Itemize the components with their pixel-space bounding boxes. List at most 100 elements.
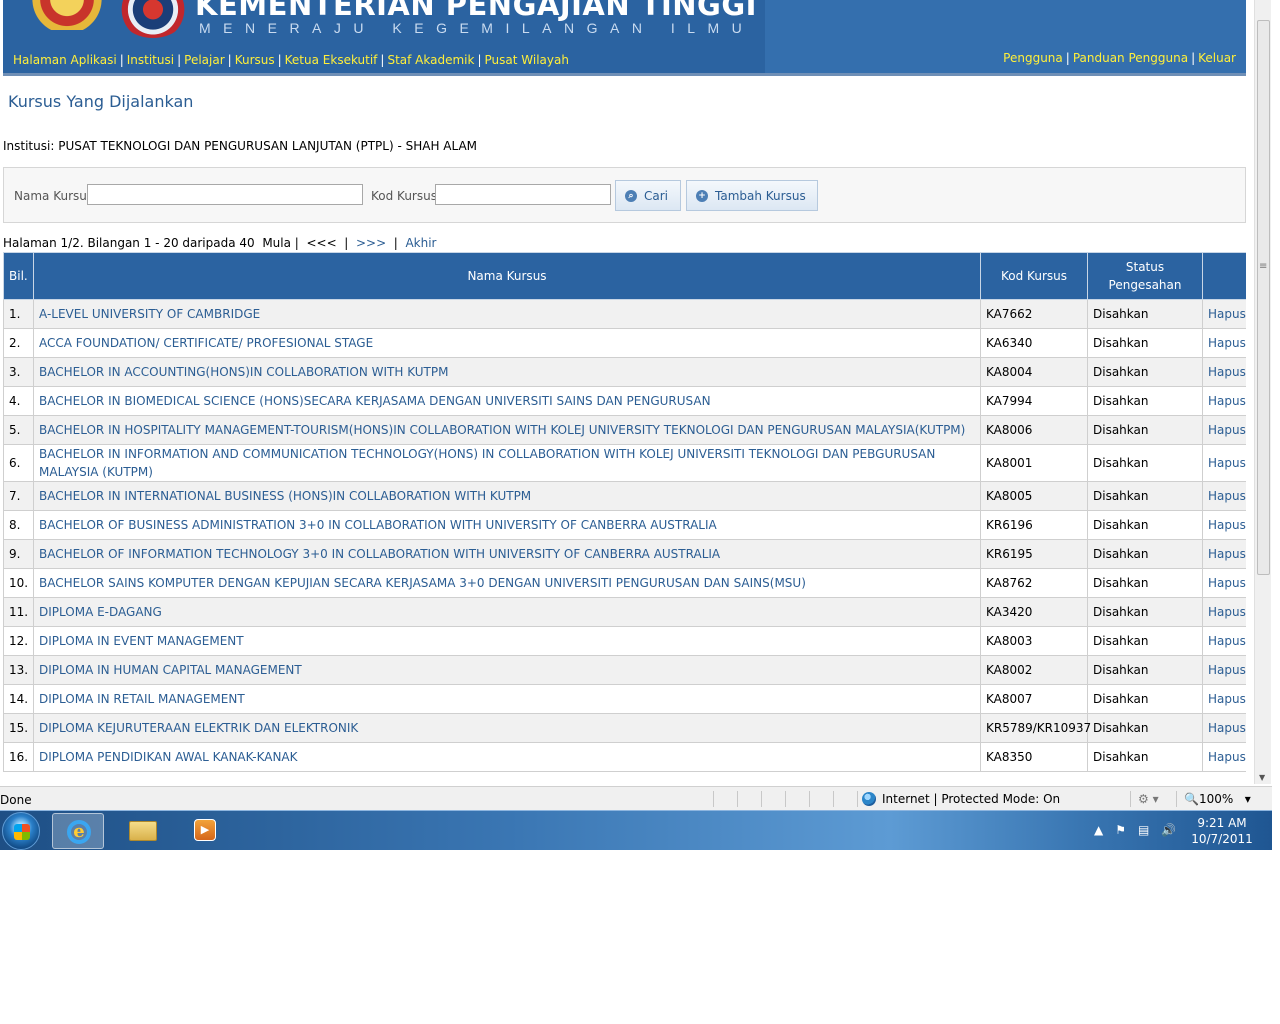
- nav-keluar[interactable]: Keluar: [1198, 51, 1236, 65]
- delete-link[interactable]: Hapus: [1208, 750, 1246, 764]
- scrollbar-thumb[interactable]: [1257, 20, 1270, 575]
- nav-separator: |: [1191, 51, 1196, 65]
- course-code: KR6195: [986, 547, 1033, 561]
- volume-icon[interactable]: 🔊: [1161, 823, 1176, 837]
- course-name-link[interactable]: BACHELOR OF INFORMATION TECHNOLOGY 3+0 I…: [39, 547, 720, 561]
- delete-link[interactable]: Hapus: [1208, 423, 1246, 437]
- delete-link[interactable]: Hapus: [1208, 394, 1246, 408]
- course-name-link[interactable]: BACHELOR IN INFORMATION AND COMMUNICATIO…: [39, 447, 935, 479]
- course-name-link[interactable]: DIPLOMA KEJURUTERAAN ELEKTRIK DAN ELEKTR…: [39, 721, 358, 735]
- scrollbar-grip-icon: ≡: [1259, 261, 1268, 272]
- delete-link[interactable]: Hapus: [1208, 456, 1246, 470]
- nav-separator: |: [277, 53, 282, 67]
- course-name-link[interactable]: DIPLOMA E-DAGANG: [39, 605, 162, 619]
- vertical-scrollbar[interactable]: ≡ ▼: [1254, 0, 1271, 784]
- status-divider: [1176, 791, 1177, 807]
- course-name-link[interactable]: BACHELOR IN INTERNATIONAL BUSINESS (HONS…: [39, 489, 531, 503]
- course-name-input[interactable]: [87, 184, 363, 205]
- course-name-link[interactable]: BACHELOR SAINS KOMPUTER DENGAN KEPUJIAN …: [39, 576, 806, 590]
- table-cell: KA8005: [980, 481, 1088, 511]
- delete-link[interactable]: Hapus: [1208, 692, 1246, 706]
- nav-staf-akademik[interactable]: Staf Akademik: [387, 53, 474, 67]
- action-center-flag-icon[interactable]: ⚑: [1115, 823, 1126, 837]
- nav-halaman-aplikasi[interactable]: Halaman Aplikasi: [13, 53, 117, 67]
- table-cell: Hapus: [1202, 539, 1246, 569]
- table-cell: KA6340: [980, 328, 1088, 358]
- taskbar-clock[interactable]: 9:21 AM 10/7/2011: [1190, 815, 1254, 847]
- delete-link[interactable]: Hapus: [1208, 605, 1246, 619]
- taskbar-windows-explorer[interactable]: [116, 813, 168, 849]
- table-cell: BACHELOR IN HOSPITALITY MANAGEMENT-TOURI…: [33, 415, 981, 445]
- column-header-action: [1202, 252, 1246, 300]
- table-cell: 9.: [3, 539, 34, 569]
- nav-ketua-eksekutif[interactable]: Ketua Eksekutif: [285, 53, 378, 67]
- table-row: 7. BACHELOR IN INTERNATIONAL BUSINESS (HO…: [3, 481, 1246, 511]
- pagination-prev: <<<: [306, 236, 337, 250]
- course-code-input[interactable]: [435, 184, 611, 205]
- table-row: 13. DIPLOMA IN HUMAN CAPITAL MANAGEMENT KA…: [3, 655, 1246, 685]
- zoom-control[interactable]: 🔍100% ▾: [1184, 792, 1251, 806]
- clock-date: 10/7/2011: [1191, 832, 1253, 846]
- taskbar-internet-explorer[interactable]: e: [52, 813, 104, 849]
- table-cell: Hapus: [1202, 481, 1246, 511]
- course-name-link[interactable]: ACCA FOUNDATION/ CERTIFICATE/ PROFESIONA…: [39, 336, 373, 350]
- table-cell: KA7994: [980, 386, 1088, 416]
- delete-link[interactable]: Hapus: [1208, 518, 1246, 532]
- show-hidden-icons-icon[interactable]: ▲: [1094, 823, 1103, 837]
- network-icon[interactable]: ▤: [1138, 823, 1149, 837]
- course-name-link[interactable]: BACHELOR IN BIOMEDICAL SCIENCE (HONS)SEC…: [39, 394, 711, 408]
- delete-link[interactable]: Hapus: [1208, 547, 1246, 561]
- row-number: 11.: [9, 605, 29, 619]
- table-cell: BACHELOR OF INFORMATION TECHNOLOGY 3+0 I…: [33, 539, 981, 569]
- start-button[interactable]: [2, 812, 40, 850]
- table-cell: Disahkan: [1087, 742, 1203, 772]
- add-course-button[interactable]: + Tambah Kursus: [686, 180, 818, 211]
- nav-separator: |: [119, 53, 124, 67]
- nav-pengguna[interactable]: Pengguna: [1003, 51, 1063, 65]
- search-panel: Nama Kursus Kod Kursus ⌕ Cari + Tambah K…: [3, 167, 1246, 223]
- search-button[interactable]: ⌕ Cari: [615, 180, 681, 211]
- scroll-down-icon[interactable]: ▼: [1259, 773, 1265, 782]
- nav-institusi[interactable]: Institusi: [127, 53, 174, 67]
- delete-link[interactable]: Hapus: [1208, 365, 1246, 379]
- course-name-link[interactable]: DIPLOMA PENDIDIKAN AWAL KANAK-KANAK: [39, 750, 298, 764]
- nav-kursus[interactable]: Kursus: [235, 53, 275, 67]
- nav-pusat-wilayah[interactable]: Pusat Wilayah: [485, 53, 569, 67]
- row-number: 14.: [9, 692, 29, 706]
- course-name-link[interactable]: BACHELOR OF BUSINESS ADMINISTRATION 3+0 …: [39, 518, 717, 532]
- nav-panduan-pengguna[interactable]: Panduan Pengguna: [1073, 51, 1188, 65]
- table-cell: Hapus: [1202, 328, 1246, 358]
- course-name-link[interactable]: DIPLOMA IN HUMAN CAPITAL MANAGEMENT: [39, 663, 302, 677]
- search-button-label: Cari: [644, 188, 668, 203]
- institution-line: Institusi: PUSAT TEKNOLOGI DAN PENGURUSA…: [3, 139, 477, 153]
- status-badge: Disahkan: [1093, 456, 1149, 470]
- nav-pelajar[interactable]: Pelajar: [184, 53, 225, 67]
- taskbar-media-player[interactable]: ▶: [178, 813, 230, 849]
- pagination-last[interactable]: Akhir: [405, 236, 436, 250]
- course-name-link[interactable]: DIPLOMA IN RETAIL MANAGEMENT: [39, 692, 245, 706]
- table-row: 3. BACHELOR IN ACCOUNTING(HONS)IN COLLABO…: [3, 357, 1246, 387]
- course-name-link[interactable]: DIPLOMA IN EVENT MANAGEMENT: [39, 634, 244, 648]
- course-name-link[interactable]: BACHELOR IN ACCOUNTING(HONS)IN COLLABORA…: [39, 365, 448, 379]
- table-cell: Hapus: [1202, 684, 1246, 714]
- table-cell: DIPLOMA IN HUMAN CAPITAL MANAGEMENT: [33, 655, 981, 685]
- status-divider: [785, 791, 786, 807]
- security-zone[interactable]: Internet | Protected Mode: On: [862, 792, 1060, 806]
- pagination-next[interactable]: >>>: [356, 236, 386, 250]
- delete-link[interactable]: Hapus: [1208, 576, 1246, 590]
- table-cell: Hapus: [1202, 713, 1246, 743]
- delete-link[interactable]: Hapus: [1208, 634, 1246, 648]
- delete-link[interactable]: Hapus: [1208, 489, 1246, 503]
- table-cell: 10.: [3, 568, 34, 598]
- course-name-link[interactable]: A-LEVEL UNIVERSITY OF CAMBRIDGE: [39, 307, 260, 321]
- course-name-link[interactable]: BACHELOR IN HOSPITALITY MANAGEMENT-TOURI…: [39, 423, 965, 437]
- delete-link[interactable]: Hapus: [1208, 721, 1246, 735]
- protected-mode-icon[interactable]: ⚙ ▾: [1138, 792, 1159, 806]
- row-number: 7.: [9, 489, 21, 503]
- row-number: 9.: [9, 547, 21, 561]
- table-row: 11. DIPLOMA E-DAGANG KA3420 Disahkan Hapus: [3, 597, 1246, 627]
- delete-link[interactable]: Hapus: [1208, 307, 1246, 321]
- delete-link[interactable]: Hapus: [1208, 336, 1246, 350]
- table-cell: Disahkan: [1087, 568, 1203, 598]
- delete-link[interactable]: Hapus: [1208, 663, 1246, 677]
